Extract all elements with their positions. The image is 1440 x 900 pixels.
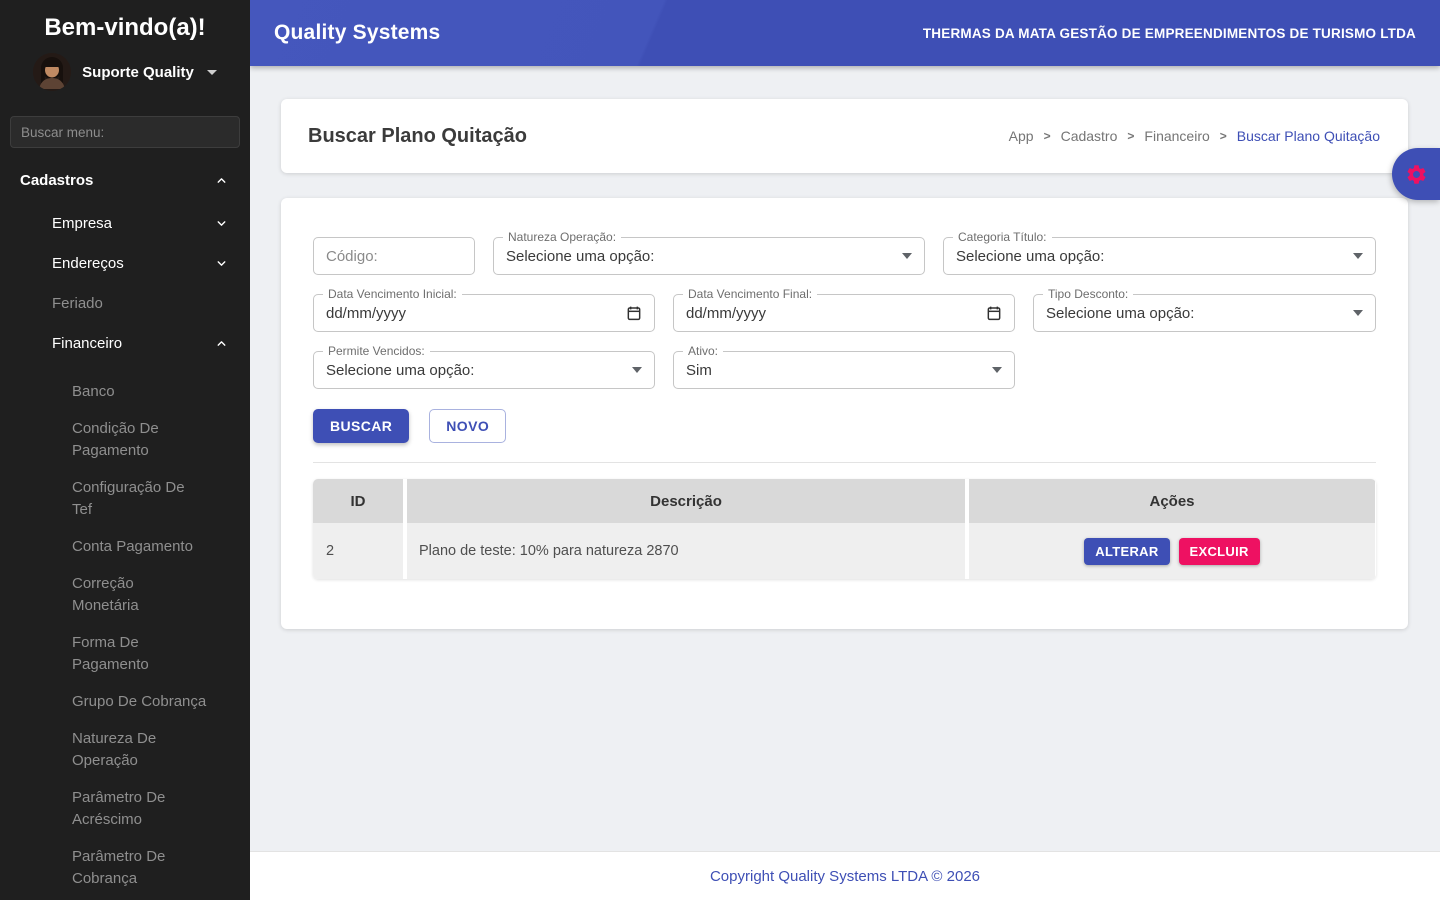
user-menu[interactable]: Suporte Quality xyxy=(0,53,250,91)
page-title: Buscar Plano Quitação xyxy=(308,124,527,147)
chevron-down-icon xyxy=(206,69,217,75)
gear-icon xyxy=(1407,164,1425,184)
alterar-button[interactable]: ALTERAR xyxy=(1084,537,1170,565)
chevron-down-icon xyxy=(217,260,226,266)
sidebar-item-cadastros[interactable]: Cadastros xyxy=(0,158,250,203)
sidebar-item-parametro-de-cobranca[interactable]: Parâmetro De Cobrança xyxy=(0,846,230,890)
sidebar-item-empresa[interactable]: Empresa xyxy=(0,203,250,243)
field-value: Selecione uma opção: xyxy=(1046,304,1195,322)
table-cell-acoes: ALTERAR EXCLUIR xyxy=(969,523,1375,579)
search-form-card: Natureza Operação: Selecione uma opção: … xyxy=(281,198,1408,629)
permite-vencidos-select[interactable]: Permite Vencidos: Selecione uma opção: xyxy=(313,344,655,389)
avatar-image xyxy=(33,53,72,91)
categoria-titulo-select[interactable]: Categoria Título: Selecione uma opção: xyxy=(943,230,1376,275)
field-label: Ativo: xyxy=(683,344,724,358)
sidebar-item-label: Endereços xyxy=(52,254,124,272)
field-label: Data Vencimento Inicial: xyxy=(323,287,462,301)
field-value: dd/mm/yyyy xyxy=(686,304,767,322)
chevron-down-icon xyxy=(217,220,226,226)
main-content: Buscar Plano Quitação App > Cadastro > F… xyxy=(250,0,1440,629)
table-header-descricao: Descrição xyxy=(403,479,969,523)
ativo-select[interactable]: Ativo: Sim xyxy=(673,344,1015,389)
settings-button[interactable] xyxy=(1392,148,1440,200)
sidebar-item-financeiro[interactable]: Financeiro xyxy=(0,323,250,363)
field-value: Sim xyxy=(686,361,712,379)
sidebar-item-correcao-monetaria[interactable]: Correção Monetária xyxy=(0,573,230,617)
breadcrumb-item-financeiro[interactable]: Financeiro xyxy=(1144,128,1209,144)
sidebar-item-label: Feriado xyxy=(52,294,103,312)
chevron-up-icon xyxy=(217,178,226,183)
field-value: Selecione uma opção: xyxy=(956,247,1105,265)
buscar-button[interactable]: BUSCAR xyxy=(313,409,410,443)
breadcrumb-item-cadastro[interactable]: Cadastro xyxy=(1061,128,1118,144)
chevron-down-icon xyxy=(632,367,642,373)
excluir-button[interactable]: EXCLUIR xyxy=(1178,537,1260,565)
sidebar-item-configuracao-de-tef[interactable]: Configuração De Tef xyxy=(0,477,230,521)
field-label: Categoria Título: xyxy=(953,230,1052,244)
breadcrumb: App > Cadastro > Financeiro > Buscar Pla… xyxy=(1009,128,1380,144)
calendar-icon[interactable] xyxy=(626,305,642,321)
breadcrumb-item-app[interactable]: App xyxy=(1009,128,1034,144)
sidebar-item-natureza-de-operacao[interactable]: Natureza De Operação xyxy=(0,728,230,772)
field-value: Selecione uma opção: xyxy=(326,361,475,379)
chevron-down-icon xyxy=(1353,310,1363,316)
table-cell-descricao: Plano de teste: 10% para natureza 2870 xyxy=(403,523,969,579)
chevron-down-icon xyxy=(992,367,1002,373)
chevron-up-icon xyxy=(217,340,226,346)
sidebar-item-forma-de-pagamento[interactable]: Forma De Pagamento xyxy=(0,632,230,676)
field-label: Tipo Desconto: xyxy=(1043,287,1134,301)
sidebar-item-enderecos[interactable]: Endereços xyxy=(0,243,250,283)
chevron-right-icon: > xyxy=(1127,129,1135,143)
chevron-right-icon: > xyxy=(1219,129,1227,143)
breadcrumb-item-current: Buscar Plano Quitação xyxy=(1236,128,1380,144)
tipo-desconto-select[interactable]: Tipo Desconto: Selecione uma opção: xyxy=(1033,287,1376,332)
table-cell-id: 2 xyxy=(313,523,403,579)
chevron-down-icon xyxy=(902,253,912,259)
footer-text: Copyright Quality Systems LTDA © 2026 xyxy=(709,867,981,885)
sidebar-item-label: Financeiro xyxy=(52,334,123,352)
results-table: ID Descrição Ações 2 Plano de teste: 10%… xyxy=(313,479,1376,579)
table-header-id: ID xyxy=(313,479,403,523)
financeiro-submenu: Banco Condição De Pagamento Configuração… xyxy=(0,381,250,900)
menu-search-input[interactable] xyxy=(10,116,240,148)
footer: Copyright Quality Systems LTDA © 2026 xyxy=(250,851,1440,900)
data-vencimento-final-input[interactable]: Data Vencimento Final: dd/mm/yyyy xyxy=(673,287,1015,332)
novo-button[interactable]: NOVO xyxy=(429,409,507,443)
chevron-right-icon: > xyxy=(1043,129,1051,143)
sidebar-item-feriado[interactable]: Feriado xyxy=(0,283,250,323)
chevron-down-icon xyxy=(1353,253,1363,259)
sidebar-item-banco[interactable]: Banco xyxy=(0,381,230,403)
sidebar-item-label: Empresa xyxy=(52,214,113,232)
title-card: Buscar Plano Quitação App > Cadastro > F… xyxy=(281,99,1408,173)
sidebar-item-grupo-de-cobranca[interactable]: Grupo De Cobrança xyxy=(0,691,230,713)
divider xyxy=(313,462,1376,463)
field-label: Data Vencimento Final: xyxy=(683,287,818,301)
natureza-operacao-select[interactable]: Natureza Operação: Selecione uma opção: xyxy=(493,230,925,275)
app-title: Quality Systems xyxy=(274,21,441,44)
calendar-icon[interactable] xyxy=(986,305,1002,321)
table-header-acoes: Ações xyxy=(969,479,1375,523)
sidebar-item-label: Cadastros xyxy=(20,172,94,189)
welcome-heading: Bem-vindo(a)! xyxy=(44,14,206,41)
field-value: Selecione uma opção: xyxy=(506,247,655,265)
field-label: Permite Vencidos: xyxy=(323,344,430,358)
data-vencimento-inicial-input[interactable]: Data Vencimento Inicial: dd/mm/yyyy xyxy=(313,287,655,332)
user-name: Suporte Quality xyxy=(82,63,194,81)
sidebar: Bem-vindo(a)! Suporte Quality Cadastros … xyxy=(0,0,250,900)
avatar xyxy=(33,53,72,91)
sidebar-item-condicao-de-pagamento[interactable]: Condição De Pagamento xyxy=(0,418,230,462)
sidebar-item-conta-pagamento[interactable]: Conta Pagamento xyxy=(0,536,230,558)
codigo-input[interactable] xyxy=(313,237,475,275)
sidebar-item-parametro-de-acrescimo[interactable]: Parâmetro De Acréscimo xyxy=(0,787,230,831)
topbar: Quality Systems THERMAS DA MATA GESTÃO D… xyxy=(250,0,1440,66)
field-value: dd/mm/yyyy xyxy=(326,304,407,322)
company-name: THERMAS DA MATA GESTÃO DE EMPREENDIMENTO… xyxy=(922,25,1416,41)
field-label: Natureza Operação: xyxy=(503,230,622,244)
